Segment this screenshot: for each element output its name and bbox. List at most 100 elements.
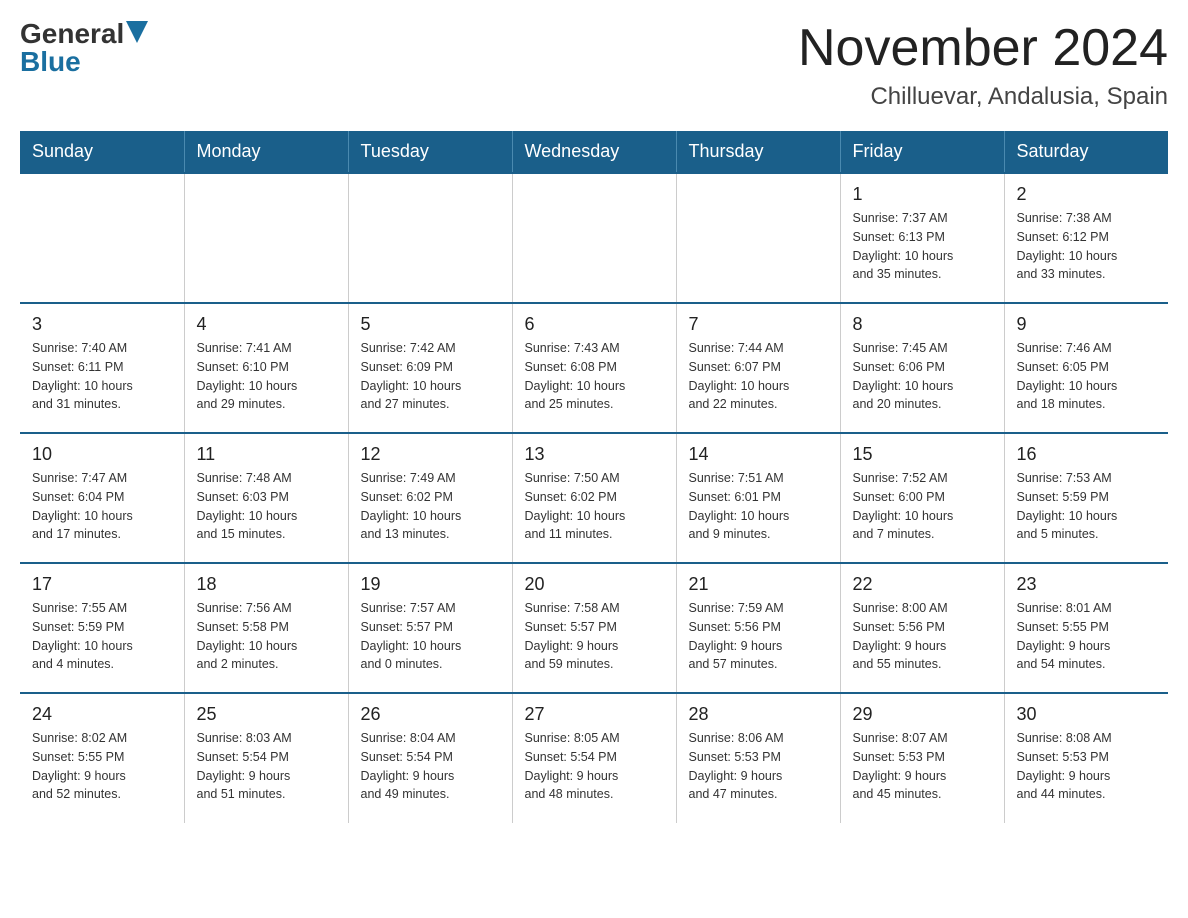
calendar-cell: 5 Sunrise: 7:42 AM Sunset: 6:09 PM Daylig… [348, 303, 512, 433]
weekday-header-monday: Monday [184, 131, 348, 173]
calendar-cell [348, 173, 512, 303]
calendar-cell: 13 Sunrise: 7:50 AM Sunset: 6:02 PM Dayli… [512, 433, 676, 563]
day-info: Sunrise: 7:46 AM Sunset: 6:05 PM Dayligh… [1017, 339, 1157, 414]
day-info: Sunrise: 8:04 AM Sunset: 5:54 PM Dayligh… [361, 729, 500, 804]
day-number: 11 [197, 444, 336, 465]
day-info: Sunrise: 7:38 AM Sunset: 6:12 PM Dayligh… [1017, 209, 1157, 284]
day-info: Sunrise: 8:06 AM Sunset: 5:53 PM Dayligh… [689, 729, 828, 804]
day-number: 18 [197, 574, 336, 595]
calendar-cell [20, 173, 184, 303]
calendar-cell: 22Sunrise: 8:00 AM Sunset: 5:56 PM Dayli… [840, 563, 1004, 693]
day-info: Sunrise: 8:05 AM Sunset: 5:54 PM Dayligh… [525, 729, 664, 804]
day-number: 12 [361, 444, 500, 465]
calendar-cell: 29 Sunrise: 8:07 AM Sunset: 5:53 PM Dayli… [840, 693, 1004, 823]
day-info: Sunrise: 8:00 AM Sunset: 5:56 PM Dayligh… [853, 599, 992, 674]
logo-blue-text: Blue [20, 48, 81, 76]
day-number: 5 [361, 314, 500, 335]
day-info: Sunrise: 7:44 AM Sunset: 6:07 PM Dayligh… [689, 339, 828, 414]
calendar-week-row: 10 Sunrise: 7:47 AM Sunset: 6:04 PM Dayli… [20, 433, 1168, 563]
day-number: 14 [689, 444, 828, 465]
day-number: 16 [1017, 444, 1157, 465]
calendar-cell: 24 Sunrise: 8:02 AM Sunset: 5:55 PM Dayli… [20, 693, 184, 823]
calendar-cell [512, 173, 676, 303]
calendar-cell: 12Sunrise: 7:49 AM Sunset: 6:02 PM Dayli… [348, 433, 512, 563]
calendar-cell: 19 Sunrise: 7:57 AM Sunset: 5:57 PM Dayli… [348, 563, 512, 693]
day-info: Sunrise: 8:08 AM Sunset: 5:53 PM Dayligh… [1017, 729, 1157, 804]
day-number: 7 [689, 314, 828, 335]
calendar-cell: 25Sunrise: 8:03 AM Sunset: 5:54 PM Dayli… [184, 693, 348, 823]
calendar-cell: 23Sunrise: 8:01 AM Sunset: 5:55 PM Dayli… [1004, 563, 1168, 693]
calendar-cell: 18 Sunrise: 7:56 AM Sunset: 5:58 PM Dayli… [184, 563, 348, 693]
day-info: Sunrise: 7:55 AM Sunset: 5:59 PM Dayligh… [32, 599, 172, 674]
calendar-cell: 8Sunrise: 7:45 AM Sunset: 6:06 PM Daylig… [840, 303, 1004, 433]
calendar-cell: 9Sunrise: 7:46 AM Sunset: 6:05 PM Daylig… [1004, 303, 1168, 433]
calendar-cell: 11 Sunrise: 7:48 AM Sunset: 6:03 PM Dayli… [184, 433, 348, 563]
day-number: 10 [32, 444, 172, 465]
day-info: Sunrise: 7:47 AM Sunset: 6:04 PM Dayligh… [32, 469, 172, 544]
day-info: Sunrise: 8:02 AM Sunset: 5:55 PM Dayligh… [32, 729, 172, 804]
day-info: Sunrise: 7:42 AM Sunset: 6:09 PM Dayligh… [361, 339, 500, 414]
location-title: Chilluevar, Andalusia, Spain [798, 83, 1168, 111]
calendar-cell: 7 Sunrise: 7:44 AM Sunset: 6:07 PM Daylig… [676, 303, 840, 433]
calendar-cell: 26 Sunrise: 8:04 AM Sunset: 5:54 PM Dayli… [348, 693, 512, 823]
day-number: 4 [197, 314, 336, 335]
day-number: 19 [361, 574, 500, 595]
weekday-header-sunday: Sunday [20, 131, 184, 173]
day-number: 15 [853, 444, 992, 465]
calendar-cell: 17 Sunrise: 7:55 AM Sunset: 5:59 PM Dayli… [20, 563, 184, 693]
day-info: Sunrise: 7:58 AM Sunset: 5:57 PM Dayligh… [525, 599, 664, 674]
calendar-cell: 16Sunrise: 7:53 AM Sunset: 5:59 PM Dayli… [1004, 433, 1168, 563]
calendar-week-row: 17 Sunrise: 7:55 AM Sunset: 5:59 PM Dayli… [20, 563, 1168, 693]
day-info: Sunrise: 7:37 AM Sunset: 6:13 PM Dayligh… [853, 209, 992, 284]
day-number: 27 [525, 704, 664, 725]
calendar-cell: 10 Sunrise: 7:47 AM Sunset: 6:04 PM Dayli… [20, 433, 184, 563]
day-number: 21 [689, 574, 828, 595]
logo: General Blue [20, 20, 148, 76]
day-number: 28 [689, 704, 828, 725]
calendar-cell: 27 Sunrise: 8:05 AM Sunset: 5:54 PM Dayli… [512, 693, 676, 823]
calendar-table: SundayMondayTuesdayWednesdayThursdayFrid… [20, 131, 1168, 823]
day-number: 26 [361, 704, 500, 725]
calendar-cell: 6 Sunrise: 7:43 AM Sunset: 6:08 PM Daylig… [512, 303, 676, 433]
weekday-header-wednesday: Wednesday [512, 131, 676, 173]
page-header: General Blue November 2024 Chilluevar, A… [20, 20, 1168, 111]
day-info: Sunrise: 7:43 AM Sunset: 6:08 PM Dayligh… [525, 339, 664, 414]
day-number: 2 [1017, 184, 1157, 205]
calendar-cell: 1Sunrise: 7:37 AM Sunset: 6:13 PM Daylig… [840, 173, 1004, 303]
day-info: Sunrise: 7:59 AM Sunset: 5:56 PM Dayligh… [689, 599, 828, 674]
day-number: 8 [853, 314, 992, 335]
day-info: Sunrise: 7:51 AM Sunset: 6:01 PM Dayligh… [689, 469, 828, 544]
day-info: Sunrise: 8:03 AM Sunset: 5:54 PM Dayligh… [197, 729, 336, 804]
day-info: Sunrise: 7:57 AM Sunset: 5:57 PM Dayligh… [361, 599, 500, 674]
day-number: 30 [1017, 704, 1157, 725]
calendar-cell: 15Sunrise: 7:52 AM Sunset: 6:00 PM Dayli… [840, 433, 1004, 563]
calendar-cell: 4 Sunrise: 7:41 AM Sunset: 6:10 PM Daylig… [184, 303, 348, 433]
day-info: Sunrise: 7:56 AM Sunset: 5:58 PM Dayligh… [197, 599, 336, 674]
calendar-cell: 3Sunrise: 7:40 AM Sunset: 6:11 PM Daylig… [20, 303, 184, 433]
day-info: Sunrise: 8:07 AM Sunset: 5:53 PM Dayligh… [853, 729, 992, 804]
calendar-week-row: 24 Sunrise: 8:02 AM Sunset: 5:55 PM Dayli… [20, 693, 1168, 823]
calendar-cell: 28 Sunrise: 8:06 AM Sunset: 5:53 PM Dayli… [676, 693, 840, 823]
logo-general-text: General [20, 20, 124, 48]
weekday-header-friday: Friday [840, 131, 1004, 173]
calendar-week-row: 1Sunrise: 7:37 AM Sunset: 6:13 PM Daylig… [20, 173, 1168, 303]
day-number: 6 [525, 314, 664, 335]
calendar-cell: 2 Sunrise: 7:38 AM Sunset: 6:12 PM Daylig… [1004, 173, 1168, 303]
day-number: 17 [32, 574, 172, 595]
weekday-header-row: SundayMondayTuesdayWednesdayThursdayFrid… [20, 131, 1168, 173]
day-info: Sunrise: 7:40 AM Sunset: 6:11 PM Dayligh… [32, 339, 172, 414]
day-info: Sunrise: 7:41 AM Sunset: 6:10 PM Dayligh… [197, 339, 336, 414]
day-number: 23 [1017, 574, 1157, 595]
logo-triangle-icon [126, 21, 148, 43]
calendar-cell: 21 Sunrise: 7:59 AM Sunset: 5:56 PM Dayli… [676, 563, 840, 693]
day-number: 20 [525, 574, 664, 595]
day-number: 13 [525, 444, 664, 465]
day-number: 29 [853, 704, 992, 725]
day-number: 24 [32, 704, 172, 725]
day-info: Sunrise: 7:48 AM Sunset: 6:03 PM Dayligh… [197, 469, 336, 544]
calendar-week-row: 3Sunrise: 7:40 AM Sunset: 6:11 PM Daylig… [20, 303, 1168, 433]
calendar-cell [184, 173, 348, 303]
day-info: Sunrise: 7:50 AM Sunset: 6:02 PM Dayligh… [525, 469, 664, 544]
weekday-header-tuesday: Tuesday [348, 131, 512, 173]
calendar-cell: 20 Sunrise: 7:58 AM Sunset: 5:57 PM Dayli… [512, 563, 676, 693]
